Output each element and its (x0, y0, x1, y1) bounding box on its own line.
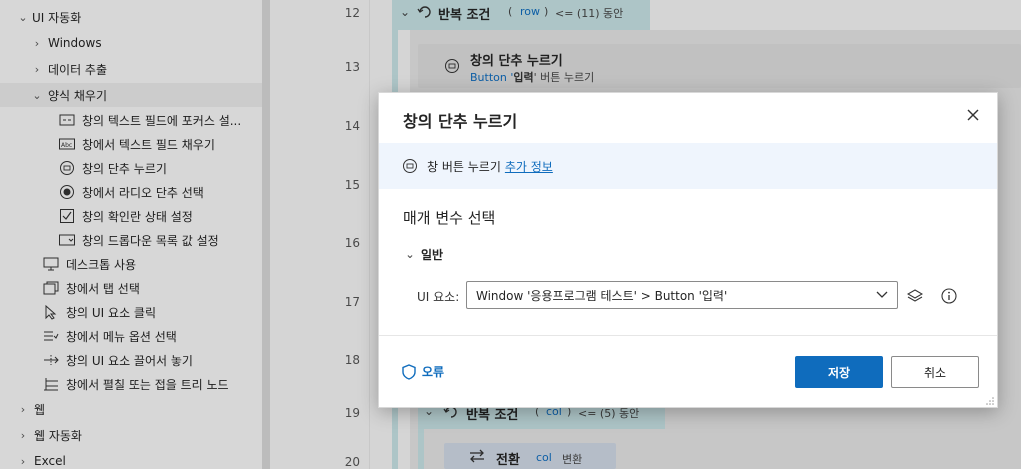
chevron-down-icon (875, 289, 889, 304)
button-press-icon (401, 158, 419, 174)
more-info-link[interactable]: 추가 정보 (505, 158, 553, 175)
info-icon[interactable] (941, 288, 957, 304)
chevron-down-icon: ⌄ (405, 248, 415, 261)
footer-divider (379, 335, 997, 336)
section-title: 매개 변수 선택 (403, 209, 496, 227)
group-label: 일반 (421, 248, 444, 262)
error-label: 오류 (422, 365, 445, 379)
general-group-toggle[interactable]: ⌄ 일반 (403, 246, 443, 263)
cancel-button[interactable]: 취소 (891, 356, 979, 388)
close-icon[interactable] (965, 107, 981, 123)
layers-icon[interactable] (906, 288, 924, 304)
save-button[interactable]: 저장 (795, 356, 883, 388)
info-banner: 창 버튼 누르기 추가 정보 (379, 143, 997, 189)
shield-icon (402, 363, 416, 380)
ui-element-value: Window '응용프로그램 테스트' > Button '입력' (476, 288, 728, 303)
ui-element-label: UI 요소: (417, 290, 460, 304)
info-text: 창 버튼 누르기 (427, 159, 501, 174)
error-handling-link[interactable]: 오류 (402, 363, 444, 380)
press-button-dialog: 창의 단추 누르기 창 버튼 누르기 추가 정보 매개 변수 선택 ⌄ 일반 U… (378, 92, 998, 408)
ui-element-select[interactable]: Window '응용프로그램 테스트' > Button '입력' (466, 281, 898, 309)
dialog-title: 창의 단추 누르기 (403, 112, 518, 131)
resize-grip-icon[interactable] (985, 395, 995, 405)
